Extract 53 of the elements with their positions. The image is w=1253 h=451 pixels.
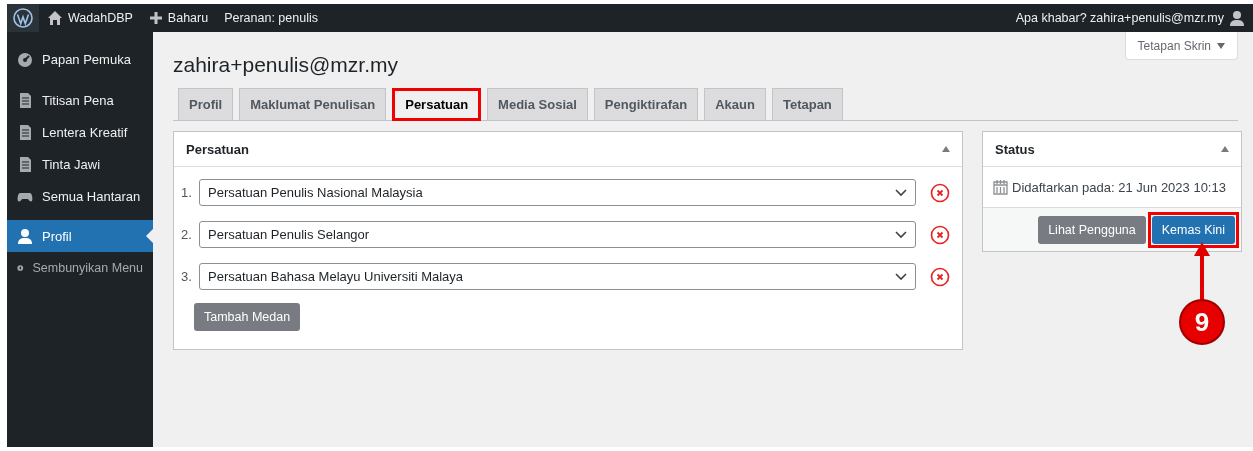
document-icon (17, 155, 33, 173)
account-greeting[interactable]: Apa khabar? zahira+penulis@mzr.my (1015, 11, 1224, 25)
document-icon (17, 91, 33, 109)
document-icon (17, 123, 33, 141)
page-title: zahira+penulis@mzr.my (173, 52, 398, 78)
field-number: 2. (181, 227, 193, 242)
chevron-down-icon (895, 272, 907, 281)
tab[interactable]: Tetapan (771, 88, 843, 120)
remove-icon[interactable] (930, 224, 950, 245)
gauge-icon (17, 50, 33, 68)
view-user-button[interactable]: Lihat Pengguna (1038, 215, 1146, 244)
home-icon (47, 10, 63, 26)
collapse-arrow-icon[interactable] (1221, 146, 1229, 152)
chevron-down-icon (895, 230, 907, 239)
tab[interactable]: Pengiktirafan (593, 88, 699, 120)
role-label: Peranan: penulis (224, 11, 318, 25)
site-link[interactable]: WadahDBP (68, 11, 133, 25)
tab[interactable]: Akaun (704, 88, 766, 120)
tab[interactable]: Profil (178, 88, 234, 120)
user-icon (1229, 10, 1245, 26)
tab[interactable]: Persatuan (392, 88, 482, 121)
chevron-down-icon (895, 188, 907, 197)
registration-date: Didaftarkan pada: 21 Jun 2023 10:13 (1012, 179, 1226, 195)
panel-title: Status (995, 141, 1035, 157)
plus-icon (148, 11, 163, 25)
panel-title: Persatuan (186, 141, 249, 157)
tab[interactable]: Media Sosial (487, 88, 588, 120)
user-icon (17, 227, 33, 245)
field-number: 3. (181, 269, 193, 284)
annotation-arrow (1194, 241, 1210, 301)
remove-icon[interactable] (930, 182, 950, 203)
add-field-button[interactable]: Tambah Medan (194, 303, 301, 331)
sidebar-item[interactable]: Tinta Jawi (7, 148, 153, 180)
association-select[interactable]: Persatuan Penulis Selangor (199, 221, 916, 248)
association-select[interactable]: Persatuan Penulis Nasional Malaysia (199, 179, 916, 206)
sidebar-item[interactable]: Papan Pemuka (7, 43, 153, 75)
new-link[interactable]: Baharu (167, 11, 209, 25)
sidebar-item[interactable]: Titisan Pena (7, 84, 153, 116)
collapse-menu-button[interactable]: Sembunyikan Menu (7, 252, 153, 284)
sidebar-item[interactable]: Lentera Kreatif (7, 116, 153, 148)
association-select[interactable]: Persatuan Bahasa Melayu Universiti Malaya (199, 263, 916, 290)
step-badge: 9 (1179, 299, 1225, 345)
collapse-arrow-icon[interactable] (942, 146, 950, 152)
calendar-icon (993, 179, 1008, 195)
caret-icon (1217, 42, 1225, 49)
remove-icon[interactable] (930, 266, 950, 287)
field-number: 1. (181, 185, 193, 200)
sidebar-item[interactable]: Profil (7, 220, 153, 252)
wordpress-logo-icon[interactable] (13, 8, 33, 28)
screen-options-button[interactable]: Tetapan Skrin (1124, 32, 1238, 60)
update-button[interactable]: Kemas Kini (1151, 215, 1235, 244)
tab[interactable]: Maklumat Penulisan (239, 88, 387, 120)
sidebar-item[interactable]: Semua Hantaran (7, 180, 153, 212)
